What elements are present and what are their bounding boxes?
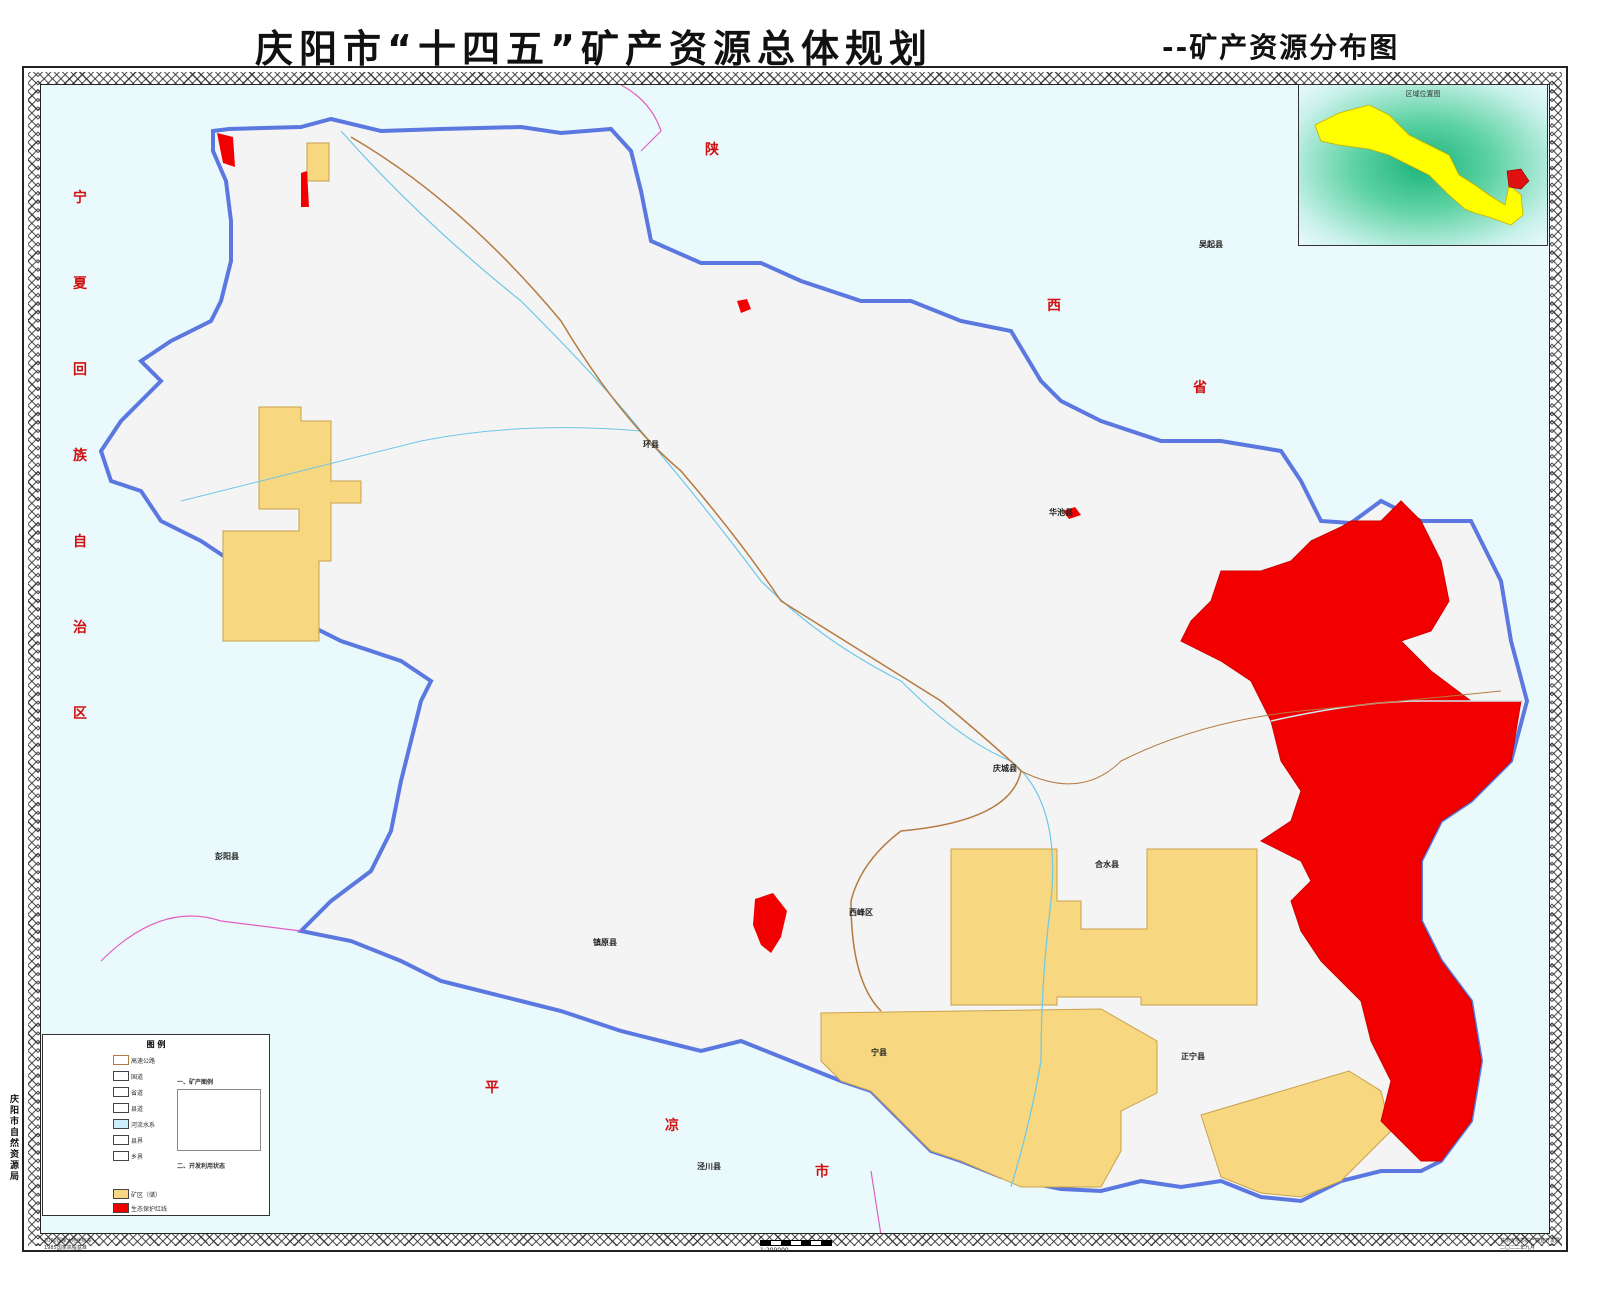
inset-drawing (1314, 104, 1530, 226)
compiler-note: 甘肃省地质矿产勘查开发局 二〇二二年九月 (1500, 1238, 1561, 1251)
neighbor-label-pingliang-3: 市 (815, 1164, 829, 1180)
neighbor-label-ningxia: 宁 夏 回 族 自 治 区 (73, 190, 87, 722)
county-label-ningxian: 宁县 (871, 1048, 887, 1057)
legend-mineral-section-title: 一、矿产图例 (177, 1079, 214, 1086)
neighbor-label-shaanxi-1: 陕 (705, 142, 719, 158)
neighbor-label-pingliang-1: 平 (485, 1080, 499, 1096)
legend-label-river: 河流水系 (131, 1122, 156, 1129)
inset-gansu-province (1314, 104, 1524, 226)
legend-swatch-county-road (113, 1103, 129, 1113)
legend-swatch-national-road (113, 1071, 129, 1081)
legend-label-mining-area: 矿区（储） (131, 1192, 162, 1199)
neighbor-label-pingliang-2: 凉 (665, 1118, 679, 1134)
county-label-heshui: 合水县 (1095, 860, 1119, 869)
county-label-xifeng: 西峰区 (849, 908, 873, 917)
scale-bar (760, 1240, 832, 1246)
legend-label-county-road: 县道 (131, 1106, 144, 1113)
location-inset-map: 区域位置图 (1298, 84, 1548, 246)
county-label-zhengning: 正宁县 (1181, 1052, 1205, 1061)
coordinate-system-note: 2000国家大地坐标系 1985国家高程基准 (44, 1238, 92, 1251)
issuer-caption: 庆 阳 市 自 然 资 源 局 (10, 1095, 20, 1182)
neighbor-label-shaanxi-2: 西 (1047, 298, 1061, 314)
legend-swatch-county-boundary (113, 1135, 129, 1145)
map-subtitle: --矿产资源分布图 (1162, 31, 1400, 64)
province-boundary-south (870, 1170, 882, 1233)
mining-area-huanxian-north (306, 142, 330, 182)
legend-label-town-boundary: 乡界 (131, 1154, 144, 1161)
legend-label-national-road: 国道 (131, 1074, 144, 1081)
legend-label-provincial-road: 省道 (131, 1090, 144, 1097)
legend-swatch-ecological-red-line (113, 1203, 129, 1213)
legend-title: 图 例 (146, 1040, 166, 1049)
county-label-wuqi: 吴起县 (1199, 240, 1223, 249)
legend-label-highway: 高速公路 (131, 1058, 156, 1065)
legend-label-county-boundary: 县界 (131, 1138, 144, 1145)
inset-qingyang (1506, 168, 1530, 190)
county-label-zhenyuan: 镇原县 (593, 938, 617, 947)
legend-label-ecological-red-line: 生态保护红线 (131, 1206, 168, 1213)
map-title: 庆阳市“十四五”矿产资源总体规划 (255, 27, 933, 71)
legend-swatch-town-boundary (113, 1151, 129, 1161)
legend-swatch-river (113, 1119, 129, 1129)
mining-area-ningxian (820, 1008, 1158, 1188)
legend-box: 图 例 高速公路 国道 省道 县道 河流水系 县界 乡界 矿区（储） 生态保护红… (42, 1034, 270, 1216)
neighbor-label-shaanxi-3: 省 (1193, 380, 1207, 396)
legend-swatch-mining-area (113, 1189, 129, 1199)
county-label-huachi: 华池县 (1049, 508, 1073, 517)
scale-text: 1:200000 (760, 1247, 789, 1254)
province-boundary-shaanxi (620, 85, 662, 152)
county-label-huanxian: 环县 (643, 440, 659, 449)
county-label-qingcheng: 庆城县 (993, 764, 1017, 773)
county-label-pengyang: 彭阳县 (215, 852, 239, 861)
legend-swatch-provincial-road (113, 1087, 129, 1097)
legend-development-section-title: 二、开发利用状态 (177, 1163, 226, 1170)
county-label-jingchuan: 泾川县 (697, 1162, 721, 1171)
legend-swatch-highway (113, 1055, 129, 1065)
legend-mineral-table (177, 1089, 261, 1151)
province-boundary-pingliang (100, 915, 302, 962)
